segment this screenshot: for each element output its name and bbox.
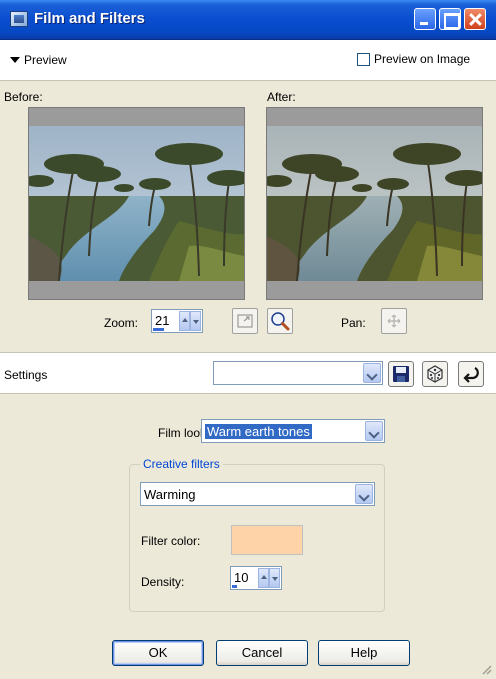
after-label: After: [267,90,296,104]
density-down-button[interactable] [269,568,280,588]
chevron-down-icon[interactable] [363,363,381,383]
density-stepper[interactable]: 10 [230,566,282,590]
zoom-magnify-button[interactable] [267,308,293,334]
cancel-button[interactable]: Cancel [216,640,308,666]
after-preview[interactable] [266,107,483,300]
creative-filter-value: Warming [144,487,196,502]
zoom-fit-icon [237,314,253,328]
floppy-disk-icon [393,366,409,382]
filter-color-swatch[interactable] [231,525,303,555]
zoom-value: 21 [155,313,170,328]
film-filter-app-icon [10,11,28,27]
maximize-button[interactable] [439,8,461,30]
close-button[interactable] [464,8,486,30]
zoom-fit-button[interactable] [232,308,258,334]
density-level-bar [232,585,237,588]
settings-row: Settings [0,352,496,394]
before-preview[interactable] [28,107,245,300]
preview-on-image-option[interactable]: Preview on Image [357,52,470,66]
zoom-stepper[interactable]: 21 [151,309,203,333]
creative-filter-dropdown[interactable]: Warming [140,482,375,506]
pan-icon [387,314,401,328]
ok-button[interactable]: OK [112,640,204,666]
reset-button[interactable] [458,361,484,387]
dice-icon [427,365,443,383]
chevron-down-icon[interactable] [365,421,383,441]
minimize-button[interactable] [414,8,436,30]
resize-grip-icon[interactable] [480,663,492,675]
preview-toggle[interactable]: Preview [10,53,67,67]
creative-filters-title: Creative filters [140,457,223,471]
help-button[interactable]: Help [318,640,410,666]
zoom-down-button[interactable] [190,311,201,331]
density-up-button[interactable] [258,568,269,588]
after-image [267,126,482,281]
zoom-label: Zoom: [104,316,139,330]
preview-header: Preview Preview on Image [0,40,496,80]
zoom-up-button[interactable] [179,311,190,331]
film-looks-dropdown[interactable]: Warm earth tones [201,419,385,443]
density-value: 10 [234,570,249,585]
pan-label: Pan: [341,316,366,330]
preview-on-image-label: Preview on Image [374,52,471,66]
zoom-level-bar [153,328,164,331]
title-bar: Film and Filters [0,0,496,40]
before-label: Before: [4,90,43,104]
before-image [29,126,244,281]
film-looks-value: Warm earth tones [205,424,312,439]
preview-toggle-label: Preview [24,53,67,67]
preview-on-image-checkbox[interactable] [357,52,370,66]
chevron-down-icon[interactable] [355,484,373,504]
settings-label: Settings [4,368,48,382]
pan-button[interactable] [381,308,407,334]
window-title: Film and Filters [34,10,145,27]
reset-arrow-icon [463,367,479,383]
density-label: Density: [141,575,185,589]
triangle-down-icon [10,57,20,63]
randomize-button[interactable] [422,361,448,387]
save-preset-button[interactable] [388,361,414,387]
settings-preset-dropdown[interactable] [213,361,383,385]
filter-color-label: Filter color: [141,534,201,548]
magnifier-icon [271,312,290,331]
